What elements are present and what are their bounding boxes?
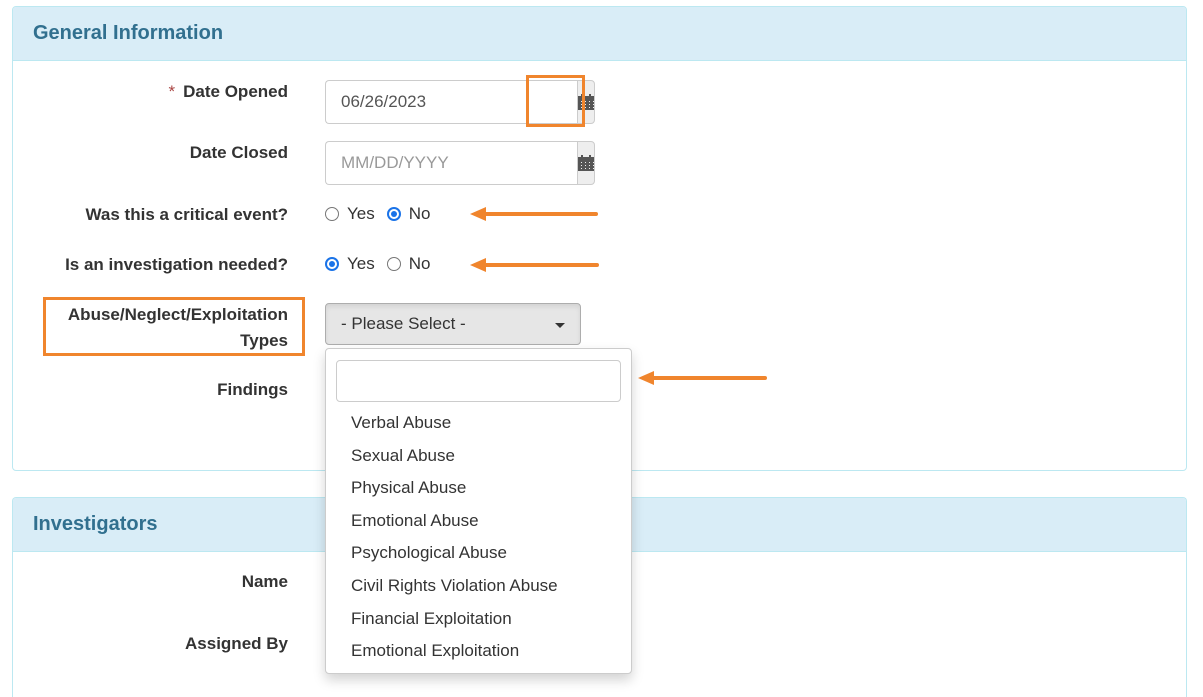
- calendar-icon: [578, 155, 594, 171]
- date-closed-group: [325, 141, 595, 185]
- dropdown-search-input[interactable]: [336, 360, 621, 402]
- radio-yes[interactable]: [325, 257, 339, 271]
- abuse-types-label: Abuse/Neglect/Exploitation Types: [67, 305, 288, 350]
- date-closed-label: Date Closed: [189, 143, 288, 162]
- calendar-icon: [578, 94, 594, 110]
- dropdown-option[interactable]: Physical Abuse: [326, 472, 631, 505]
- dropdown-option[interactable]: Verbal Abuse: [326, 407, 631, 440]
- critical-event-label: Was this a critical event?: [85, 205, 289, 224]
- investigation-needed-label: Is an investigation needed?: [65, 255, 288, 274]
- date-closed-calendar-button[interactable]: [577, 141, 595, 185]
- date-opened-calendar-button[interactable]: [577, 80, 595, 124]
- critical-event-radio-group: Yes No: [325, 204, 438, 224]
- findings-label: Findings: [217, 380, 288, 399]
- abuse-types-select[interactable]: - Please Select -: [325, 303, 581, 345]
- critical-event-no[interactable]: No: [386, 204, 430, 224]
- annotation-arrow-icon: [470, 207, 598, 221]
- abuse-types-dropdown: Verbal Abuse Sexual Abuse Physical Abuse Em…: [325, 348, 632, 674]
- dropdown-option[interactable]: Emotional Exploitation: [326, 635, 631, 668]
- investigator-name-label: Name: [241, 572, 288, 591]
- radio-yes[interactable]: [325, 207, 339, 221]
- date-closed-input[interactable]: [325, 141, 577, 185]
- dropdown-option[interactable]: Emotional Abuse: [326, 505, 631, 538]
- panel-heading: General Information: [13, 7, 1186, 61]
- caret-down-icon: [555, 323, 565, 328]
- radio-no[interactable]: [386, 257, 401, 271]
- dropdown-option[interactable]: Financial Exploitation: [326, 603, 631, 636]
- annotation-arrow-icon: [638, 371, 767, 385]
- annotation-arrow-icon: [470, 258, 599, 272]
- dropdown-option[interactable]: Civil Rights Violation Abuse: [326, 570, 631, 603]
- panel-title: Investigators: [33, 513, 158, 535]
- date-opened-group: [325, 80, 595, 124]
- radio-no[interactable]: [386, 207, 401, 221]
- dropdown-option[interactable]: Psychological Abuse: [326, 537, 631, 570]
- critical-event-yes[interactable]: Yes: [325, 204, 375, 224]
- investigation-needed-radio-group: Yes No: [325, 254, 438, 274]
- required-marker: *: [168, 82, 176, 101]
- dropdown-option[interactable]: Sexual Abuse: [326, 440, 631, 473]
- panel-title: General Information: [33, 22, 224, 44]
- investigation-needed-yes[interactable]: Yes: [325, 254, 375, 274]
- assigned-by-label: Assigned By: [185, 634, 288, 653]
- investigation-needed-no[interactable]: No: [386, 254, 430, 274]
- date-opened-label: * Date Opened: [168, 82, 288, 101]
- date-opened-input[interactable]: [325, 80, 577, 124]
- dropdown-options-list: Verbal Abuse Sexual Abuse Physical Abuse Em…: [326, 407, 631, 668]
